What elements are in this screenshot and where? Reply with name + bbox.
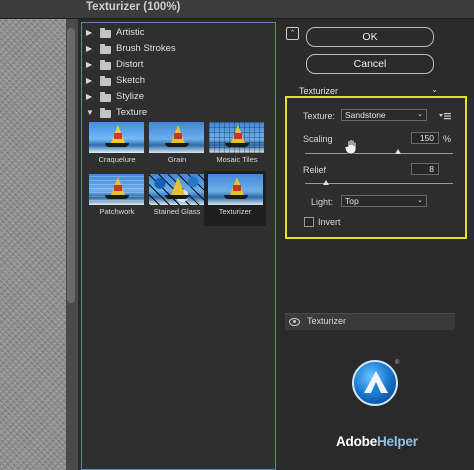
visibility-eye-icon[interactable] bbox=[289, 318, 300, 326]
expand-arrow-icon: ▶ bbox=[86, 92, 93, 101]
hand-cursor-icon bbox=[344, 139, 357, 155]
thumbnail-mosaic-tiles[interactable]: Mosaic Tiles bbox=[209, 122, 265, 171]
brand-watermark: AdobeHelper bbox=[336, 434, 418, 449]
collapse-gallery-button[interactable]: ⌃ bbox=[286, 27, 299, 40]
folder-icon bbox=[100, 92, 111, 102]
filter-select-value: Texturizer bbox=[299, 86, 339, 96]
thumbnail-texturizer[interactable]: Texturizer bbox=[204, 171, 266, 226]
invert-checkbox[interactable] bbox=[304, 217, 314, 227]
scaling-unit: % bbox=[443, 134, 452, 144]
light-value: Top bbox=[345, 196, 359, 206]
category-label: Sketch bbox=[116, 75, 146, 86]
effect-layer-row[interactable]: Texturizer bbox=[285, 313, 455, 330]
cancel-button[interactable]: Cancel bbox=[306, 54, 434, 74]
chevron-down-icon: ⌄ bbox=[417, 197, 423, 204]
texturizer-preview-image bbox=[208, 174, 263, 205]
thumbnail-label: Mosaic Tiles bbox=[216, 155, 258, 164]
sail-shape bbox=[114, 133, 122, 139]
thumbnail-label: Grain bbox=[167, 155, 187, 164]
invert-label: Invert bbox=[318, 217, 341, 227]
chevron-down-icon: ⌄ bbox=[431, 85, 438, 94]
light-label: Light: bbox=[311, 197, 334, 207]
category-label: Artistic bbox=[116, 27, 145, 38]
category-label: Texture bbox=[116, 107, 148, 118]
thumbnail-stained-glass[interactable]: Stained Glass bbox=[149, 174, 205, 223]
expand-arrow-icon: ▶ bbox=[86, 76, 93, 85]
light-dropdown[interactable]: Top ⌄ bbox=[341, 195, 427, 207]
expand-arrow-icon: ▶ bbox=[86, 28, 93, 37]
scaling-slider-track[interactable] bbox=[305, 153, 453, 154]
sail-shape bbox=[233, 185, 241, 191]
category-label: Stylize bbox=[116, 91, 144, 102]
expand-arrow-icon: ▶ bbox=[86, 60, 93, 69]
ok-button[interactable]: OK bbox=[306, 27, 434, 47]
texture-menu-icon[interactable] bbox=[439, 113, 451, 120]
hull-shape bbox=[105, 143, 129, 147]
brand-part-1: Adobe bbox=[336, 434, 377, 449]
category-brush-strokes[interactable]: ▶ Brush Strokes bbox=[86, 43, 272, 57]
registered-mark: ® bbox=[395, 360, 400, 366]
filter-settings-panel: Texture: Sandstone ⌄ Scaling 150 % Relie… bbox=[285, 96, 467, 239]
relief-input[interactable]: 8 bbox=[411, 163, 439, 175]
category-stylize[interactable]: ▶ Stylize bbox=[86, 91, 272, 105]
chevron-down-icon: ⌄ bbox=[417, 111, 423, 118]
relief-label: Relief bbox=[303, 165, 327, 175]
category-artistic[interactable]: ▶ Artistic bbox=[86, 27, 272, 41]
thumbnail-label: Craquelure bbox=[98, 155, 136, 164]
folder-icon bbox=[100, 28, 111, 38]
scaling-input[interactable]: 150 bbox=[411, 132, 439, 144]
folder-icon bbox=[100, 76, 111, 86]
patchwork-preview-image bbox=[89, 174, 144, 205]
texture-value: Sandstone bbox=[345, 110, 386, 120]
scaling-slider-knob[interactable] bbox=[395, 149, 401, 154]
image-preview[interactable] bbox=[0, 19, 66, 470]
title-bar: Texturizer (100%) bbox=[0, 0, 474, 19]
brand-part-2: Helper bbox=[377, 434, 418, 449]
preview-scrollbar-thumb[interactable] bbox=[67, 28, 75, 303]
category-label: Brush Strokes bbox=[116, 43, 176, 54]
scaling-label: Scaling bbox=[303, 134, 333, 144]
craquelure-preview-image bbox=[89, 122, 144, 153]
logo-letter-a-cutout bbox=[371, 382, 381, 393]
texture-dropdown[interactable]: Sandstone ⌄ bbox=[341, 109, 427, 121]
category-texture[interactable]: ▼ Texture bbox=[86, 107, 272, 121]
window-title: Texturizer (100%) bbox=[86, 1, 181, 13]
category-distort[interactable]: ▶ Distort bbox=[86, 59, 272, 73]
thumbnail-craquelure[interactable]: Craquelure bbox=[89, 122, 145, 171]
folder-icon bbox=[100, 60, 111, 70]
relief-slider-knob[interactable] bbox=[323, 180, 329, 185]
category-sketch[interactable]: ▶ Sketch bbox=[86, 75, 272, 89]
hull-shape bbox=[225, 143, 249, 147]
sail-shape bbox=[234, 133, 242, 139]
hull-shape bbox=[224, 195, 248, 199]
hull-shape bbox=[165, 143, 189, 147]
thumbnail-label: Texturizer bbox=[218, 207, 252, 216]
folder-icon bbox=[100, 44, 111, 54]
collapse-arrow-icon: ▼ bbox=[86, 108, 94, 117]
mosaic-tiles-preview-image bbox=[209, 122, 264, 153]
thumbnail-grain[interactable]: Grain bbox=[149, 122, 205, 171]
thumbnail-patchwork[interactable]: Patchwork bbox=[89, 174, 145, 223]
expand-arrow-icon: ▶ bbox=[86, 44, 93, 53]
adobehelper-logo bbox=[352, 360, 398, 406]
filter-gallery-panel: ▶ Artistic ▶ Brush Strokes ▶ Distort ▶ S… bbox=[81, 22, 276, 470]
grain-preview-image bbox=[149, 122, 204, 153]
thumbnail-label: Patchwork bbox=[99, 207, 135, 216]
folder-open-icon bbox=[100, 108, 111, 118]
stained-glass-preview-image bbox=[149, 174, 204, 205]
sail-shape bbox=[171, 177, 185, 195]
effect-layer-label: Texturizer bbox=[307, 316, 347, 326]
category-label: Distort bbox=[116, 59, 144, 70]
hull-shape bbox=[165, 195, 189, 199]
sail-shape bbox=[114, 185, 122, 191]
hull-shape bbox=[105, 195, 129, 199]
sail-shape bbox=[174, 133, 182, 139]
texture-label: Texture: bbox=[303, 111, 336, 121]
